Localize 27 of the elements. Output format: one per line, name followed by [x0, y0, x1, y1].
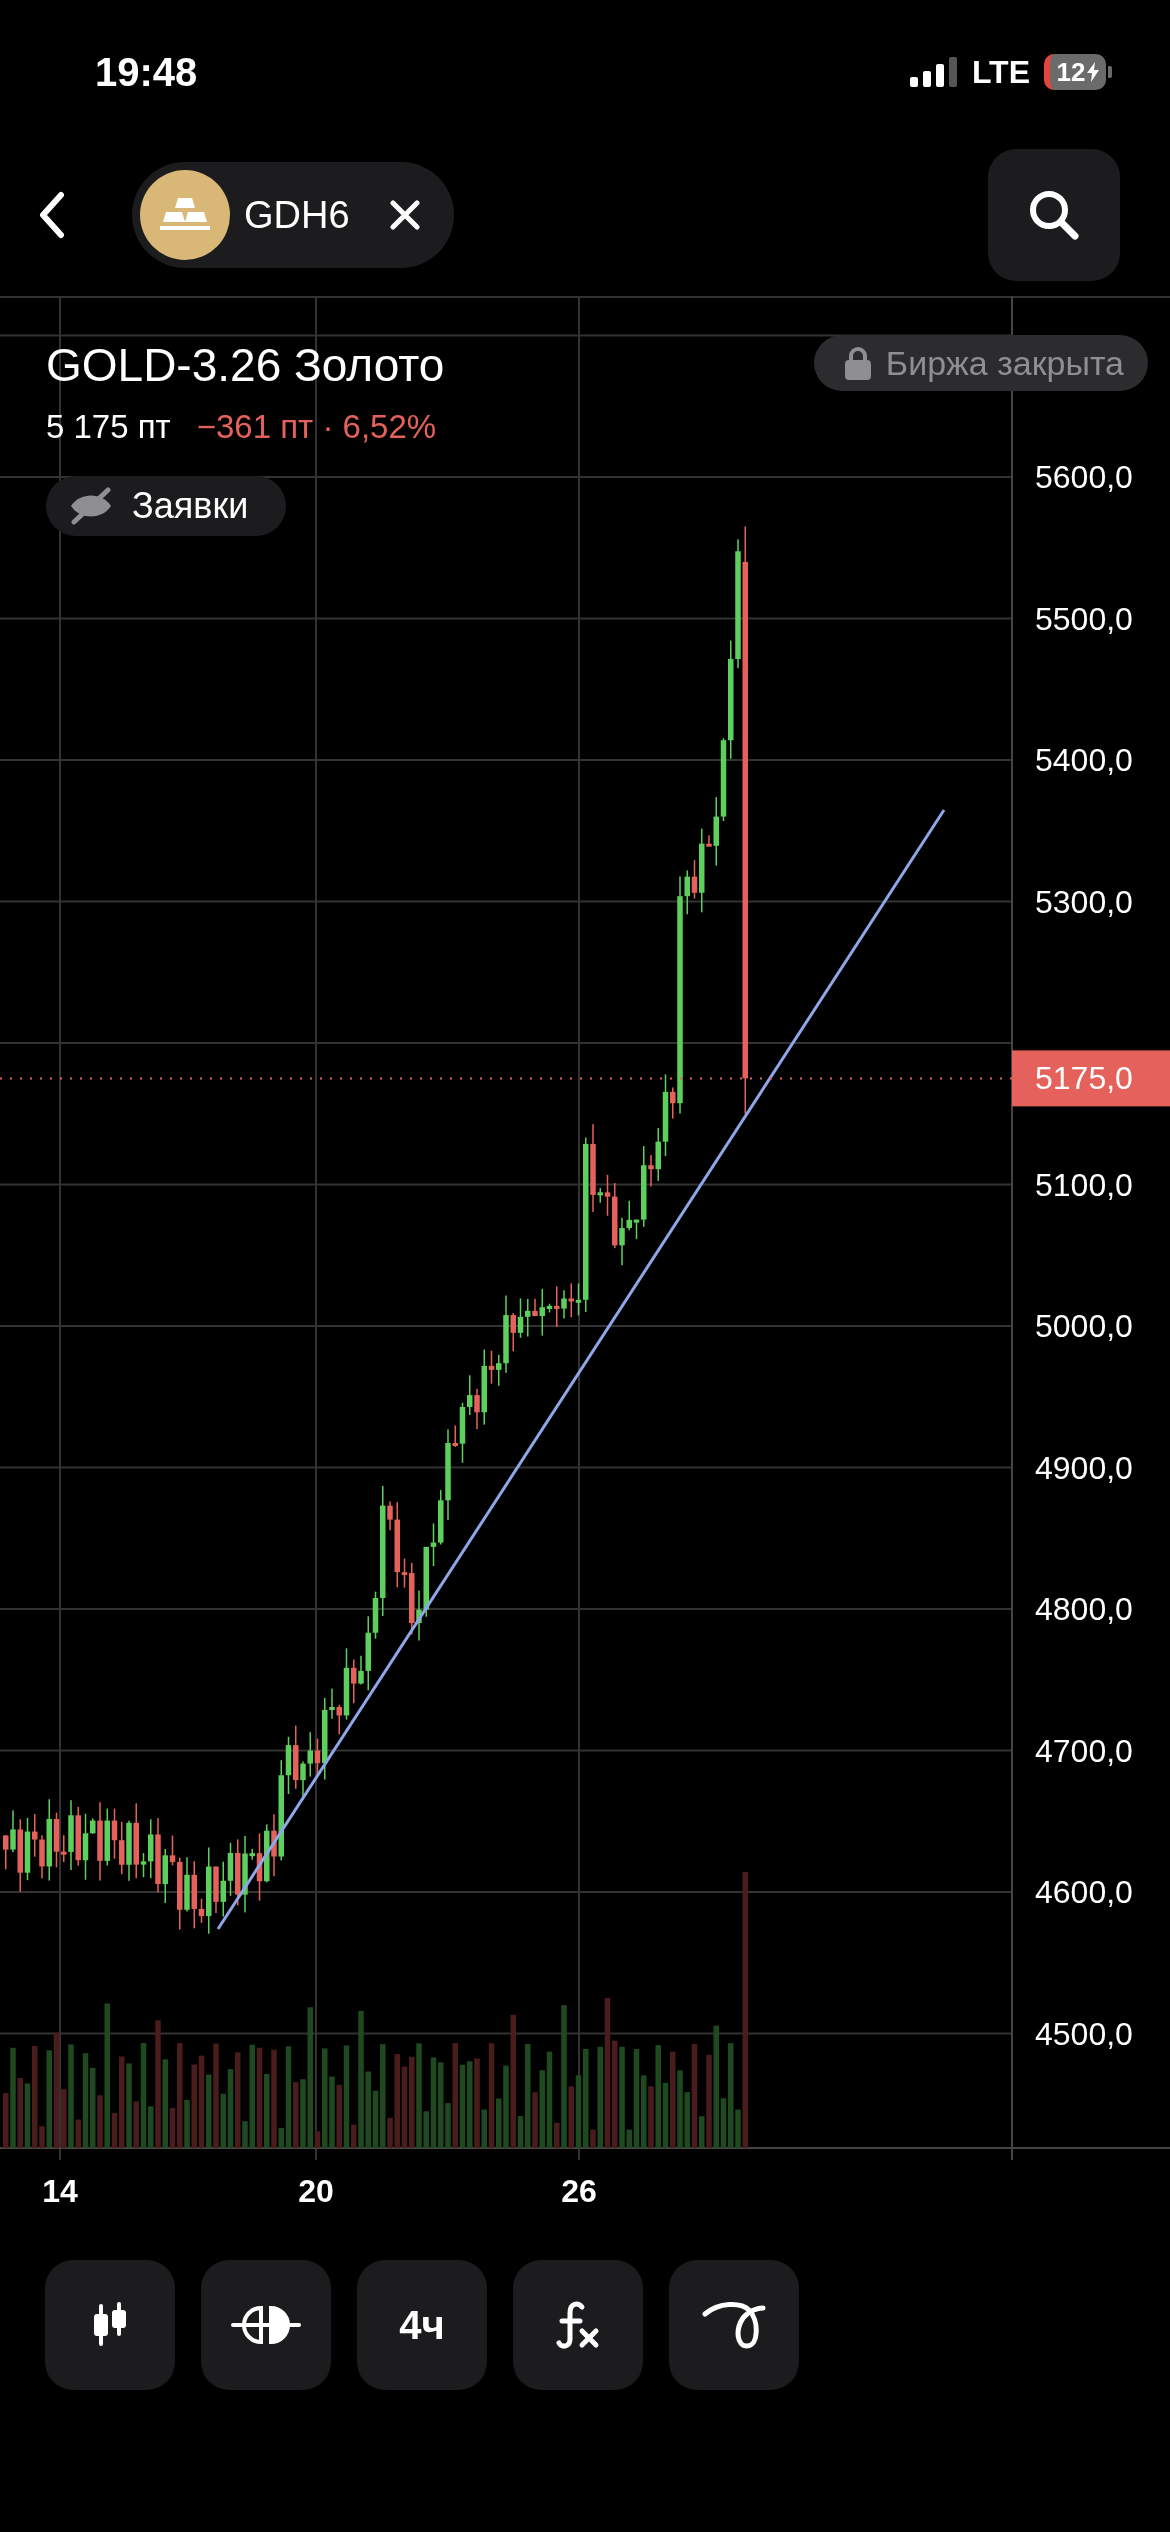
network-label: LTE	[971, 53, 1030, 92]
price-axis-label: 4700,0	[1035, 1732, 1133, 1769]
price-axis-label: 5500,0	[1035, 600, 1133, 637]
price-axis-label: 5600,0	[1035, 459, 1133, 495]
ticker-chip[interactable]: GDH6	[132, 162, 454, 268]
price-axis-label: 5100,0	[1035, 1166, 1133, 1203]
price-axis-label: 4600,0	[1035, 1874, 1133, 1910]
toolbar-button[interactable]: 4ч	[357, 2260, 487, 2390]
date-axis-label: 14	[42, 2173, 78, 2209]
interval-label: 4ч	[399, 2302, 445, 2349]
price-axis-label: 5400,0	[1035, 742, 1133, 778]
change-text: −361 пт · 6,52%	[196, 407, 437, 447]
price-axis-label: 4500,0	[1035, 2015, 1133, 2052]
date-axis-label: 20	[298, 2173, 334, 2209]
price-axis-label: 4900,0	[1035, 1449, 1133, 1486]
market-status-text: Биржа закрыта	[885, 342, 1124, 384]
orders-toggle[interactable]: Заявки	[46, 475, 287, 536]
ticker-label: GDH6	[244, 192, 350, 238]
date-axis-label: 26	[561, 2173, 597, 2209]
price-axis-label: 4800,0	[1035, 1591, 1133, 1627]
instrument-title: GOLD-3.26 Золото	[46, 338, 445, 393]
battery-level: 12	[1056, 59, 1086, 85]
current-price-label: 5175,0	[1035, 1060, 1133, 1097]
price-axis-label: 5300,0	[1035, 883, 1133, 920]
price-text: 5 175 пт	[46, 407, 171, 447]
status-time: 19:48	[95, 49, 198, 96]
price-axis-label: 5000,0	[1035, 1308, 1133, 1344]
